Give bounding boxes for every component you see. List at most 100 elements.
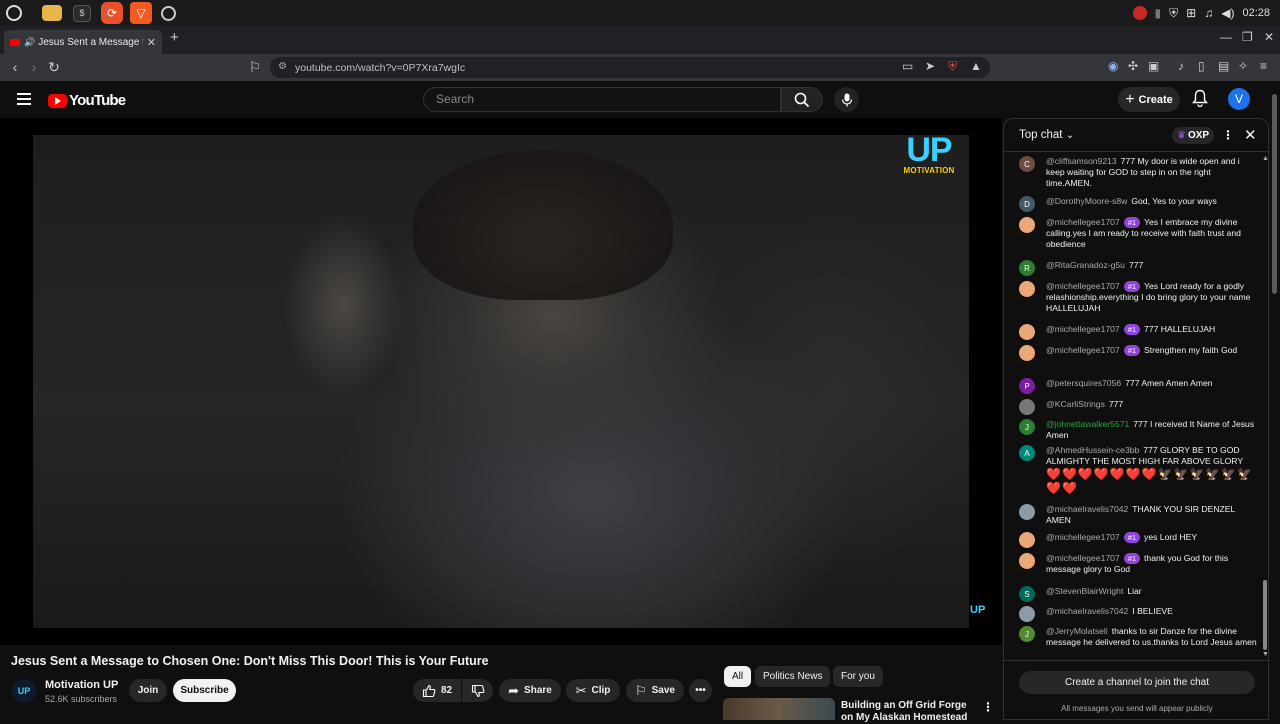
- browser-tab[interactable]: 🔊 Jesus Sent a Message to Ch ✕: [4, 30, 162, 54]
- media-icon[interactable]: ♪: [1178, 59, 1184, 73]
- hamburger-menu-icon[interactable]: [17, 93, 31, 105]
- chat-author-avatar[interactable]: D: [1019, 196, 1035, 212]
- search-button[interactable]: [781, 87, 823, 112]
- network-icon[interactable]: ⊞: [1186, 6, 1196, 20]
- chat-author-avatar[interactable]: [1019, 217, 1035, 233]
- chat-message[interactable]: J @johnettawalker5571 777 I received It Na…: [1019, 419, 1257, 441]
- chat-scroll-thumb[interactable]: [1263, 580, 1267, 650]
- dislike-button[interactable]: [462, 679, 493, 702]
- xp-badge[interactable]: ♛ OXP: [1172, 127, 1215, 144]
- clock[interactable]: 02:28: [1242, 7, 1270, 19]
- chat-mode-dropdown[interactable]: Top chat ⌄: [1019, 129, 1074, 141]
- chat-author-avatar[interactable]: [1019, 345, 1035, 361]
- scroll-down-icon[interactable]: ▼: [1262, 651, 1268, 658]
- site-info-icon[interactable]: ⚙: [278, 61, 287, 72]
- chat-message[interactable]: @michellegee1707 #1 Yes I embrace my divin…: [1019, 217, 1257, 250]
- subscribe-button[interactable]: Subscribe: [173, 679, 236, 702]
- chat-author-name[interactable]: @michellegee1707: [1046, 345, 1120, 355]
- chat-author-avatar[interactable]: S: [1019, 586, 1035, 602]
- chat-author-name[interactable]: @KCarliStrings: [1046, 399, 1105, 409]
- chat-author-name[interactable]: @DorothyMoore-s8w: [1046, 196, 1127, 206]
- chat-author-avatar[interactable]: J: [1019, 419, 1035, 435]
- extensions-icon[interactable]: ✣: [1128, 59, 1138, 73]
- send-icon[interactable]: ➤: [925, 59, 935, 73]
- new-tab-button[interactable]: +: [170, 29, 179, 46]
- back-button[interactable]: ‹: [6, 59, 24, 75]
- system-menu-icon[interactable]: [6, 5, 22, 21]
- chat-author-name[interactable]: @michellegee1707: [1046, 324, 1120, 334]
- chat-message[interactable]: J @JerryMolatseli thanks to sir Danze for …: [1019, 626, 1257, 648]
- account-avatar[interactable]: V: [1228, 88, 1250, 110]
- chat-author-name[interactable]: @michaelravelis7042: [1046, 606, 1128, 616]
- chat-author-name[interactable]: @johnettawalker5571: [1046, 419, 1129, 429]
- chat-message[interactable]: @michaelravelis7042 THANK YOU SIR DENZEL …: [1019, 504, 1257, 526]
- chat-author-name[interactable]: @michellegee1707: [1046, 532, 1120, 542]
- like-button[interactable]: 82: [413, 679, 461, 702]
- chat-author-name[interactable]: @AhmedHussein-ce3bb: [1046, 445, 1139, 455]
- chat-message[interactable]: @KCarliStrings 777: [1019, 399, 1257, 415]
- chat-author-avatar[interactable]: [1019, 281, 1035, 297]
- join-button[interactable]: Join: [129, 679, 167, 702]
- chat-author-name[interactable]: @RitaGranadoz-g5u: [1046, 260, 1125, 270]
- audio-icon[interactable]: 🔊: [24, 37, 35, 48]
- scroll-up-icon[interactable]: ▲: [1262, 155, 1268, 162]
- profile-extension-icon[interactable]: ◉: [1108, 59, 1118, 73]
- update-icon[interactable]: [1132, 6, 1147, 20]
- create-button[interactable]: + Create: [1118, 87, 1180, 112]
- chat-author-name[interactable]: @petersquires7056: [1046, 378, 1121, 388]
- channel-name[interactable]: Motivation UP: [45, 679, 118, 691]
- chat-message[interactable]: @michellegee1707 #1 Strengthen my faith Go…: [1019, 345, 1257, 361]
- chat-message[interactable]: R @RitaGranadoz-g5u 777: [1019, 260, 1257, 276]
- minimize-button[interactable]: —: [1220, 30, 1232, 44]
- channel-avatar[interactable]: UP: [12, 679, 36, 703]
- more-actions-button[interactable]: •••: [689, 679, 712, 702]
- page-scroll-thumb[interactable]: [1272, 94, 1277, 294]
- browser-menu-icon[interactable]: ≡: [1260, 59, 1267, 73]
- files-icon[interactable]: [42, 5, 62, 21]
- share-button[interactable]: ➦ Share: [499, 679, 561, 702]
- chat-author-avatar[interactable]: J: [1019, 626, 1035, 642]
- chat-author-name[interactable]: @michaelravelis7042: [1046, 504, 1128, 514]
- chat-author-avatar[interactable]: [1019, 606, 1035, 622]
- firefox-icon[interactable]: ⟳: [101, 2, 123, 24]
- chat-message[interactable]: D @DorothyMoore-s8w God, Yes to your ways: [1019, 196, 1257, 212]
- chat-author-avatar[interactable]: [1019, 532, 1035, 548]
- recommendation-thumbnail[interactable]: [723, 698, 835, 720]
- chat-message[interactable]: P @petersquires7056 777 Amen Amen Amen: [1019, 378, 1257, 394]
- chat-author-avatar[interactable]: A: [1019, 445, 1035, 461]
- chat-author-avatar[interactable]: [1019, 553, 1035, 569]
- tab-close-icon[interactable]: ✕: [147, 36, 156, 49]
- music-icon[interactable]: ♫: [1204, 6, 1213, 20]
- chat-author-avatar[interactable]: C: [1019, 156, 1035, 172]
- chat-close-icon[interactable]: ✕: [1244, 126, 1257, 144]
- forward-button[interactable]: ›: [25, 59, 43, 75]
- chat-author-avatar[interactable]: [1019, 504, 1035, 520]
- bookmark-icon[interactable]: ⚐: [246, 59, 264, 76]
- chat-message[interactable]: S @StevenBlairWright Liar: [1019, 586, 1257, 602]
- chip-all[interactable]: All: [724, 666, 752, 687]
- chat-message[interactable]: A @AhmedHussein-ce3bb 777 GLORY BE TO GOD …: [1019, 445, 1257, 495]
- chat-author-name[interactable]: @michellegee1707: [1046, 281, 1120, 291]
- chat-message[interactable]: @michellegee1707 #1 777 HALLELUJAH: [1019, 324, 1257, 340]
- window-close-button[interactable]: ✕: [1264, 30, 1274, 44]
- chat-author-avatar[interactable]: [1019, 399, 1035, 415]
- branding-watermark[interactable]: UP: [970, 604, 985, 616]
- leo-ai-icon[interactable]: ✧: [1238, 59, 1248, 73]
- youtube-logo[interactable]: YouTube: [48, 92, 126, 109]
- clip-button[interactable]: ✂ Clip: [566, 679, 620, 702]
- chip-for-you[interactable]: For you: [833, 666, 883, 687]
- create-channel-button[interactable]: Create a channel to join the chat: [1019, 671, 1255, 694]
- maximize-button[interactable]: ❐: [1242, 30, 1253, 44]
- reload-button[interactable]: ↻: [45, 59, 63, 76]
- address-bar[interactable]: ⚙ youtube.com/watch?v=0P7Xra7wgIc: [270, 57, 990, 78]
- chat-author-name[interactable]: @JerryMolatseli: [1046, 626, 1108, 636]
- chat-author-name[interactable]: @cliffsamson9213: [1046, 156, 1117, 166]
- volume-icon[interactable]: ◀): [1221, 6, 1234, 20]
- save-button[interactable]: ⚐ Save: [626, 679, 684, 702]
- recommendation-title[interactable]: Building an Off Grid Forge on My Alaskan…: [841, 700, 971, 724]
- video-frame[interactable]: [33, 135, 969, 628]
- recommendation-menu-icon[interactable]: ⋮: [982, 700, 994, 714]
- chip-politics-news[interactable]: Politics News: [755, 666, 831, 687]
- settings-icon[interactable]: [161, 5, 176, 21]
- chat-message[interactable]: C @cliffsamson9213 777 My door is wide ope…: [1019, 156, 1257, 189]
